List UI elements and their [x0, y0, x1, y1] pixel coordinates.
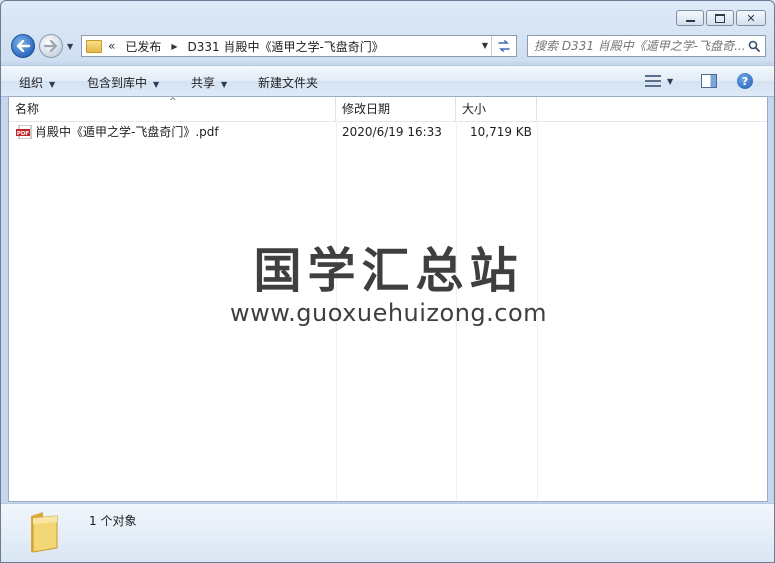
column-header-modified[interactable]: 修改日期	[336, 97, 456, 121]
refresh-button[interactable]	[491, 36, 516, 56]
maximize-button[interactable]	[706, 10, 734, 26]
search-box[interactable]	[527, 35, 766, 57]
svg-text:PDF: PDF	[17, 131, 30, 137]
breadcrumb-segment-published[interactable]: 已发布	[125, 38, 161, 55]
explorer-window: ✕ ▼ « 已发布 ▶ D331 肖殿中《遁甲之学-飞盘奇门》 ▼ 组织 ▼ 包含…	[0, 0, 775, 563]
command-bar: 组织 ▼ 包含到库中 ▼ 共享 ▼ 新建文件夹 ▼ ?	[1, 65, 774, 97]
minimize-icon	[685, 19, 695, 22]
column-header-size[interactable]: 大小	[456, 97, 537, 121]
search-input[interactable]	[534, 39, 746, 53]
file-size: 10,719 KB	[470, 125, 532, 139]
maximize-icon	[715, 13, 725, 23]
minimize-button[interactable]	[676, 10, 704, 26]
pdf-file-icon: PDF	[16, 125, 32, 139]
preview-pane-button[interactable]	[701, 71, 717, 91]
breadcrumb-separator-icon[interactable]: ▶	[171, 42, 177, 51]
views-icon	[645, 75, 661, 87]
column-headers: ^ 名称 修改日期 大小	[9, 97, 767, 122]
change-view-button[interactable]: ▼	[645, 71, 673, 91]
address-bar[interactable]: « 已发布 ▶ D331 肖殿中《遁甲之学-飞盘奇门》 ▼	[81, 35, 517, 57]
folder-icon	[31, 512, 58, 553]
refresh-icon	[498, 40, 510, 52]
help-button[interactable]: ?	[737, 71, 753, 91]
item-count: 1 个对象	[89, 514, 137, 528]
organize-label: 组织	[19, 76, 44, 90]
share-button[interactable]: 共享 ▼	[191, 74, 227, 91]
include-library-label: 包含到库中	[87, 76, 148, 90]
include-in-library-button[interactable]: 包含到库中 ▼	[87, 74, 159, 91]
watermark-title: 国学汇总站	[253, 243, 524, 299]
file-row[interactable]: PDF 肖殿中《遁甲之学-飞盘奇门》.pdf 2020/6/19 16:33 1…	[9, 122, 767, 142]
recent-pages-dropdown-icon[interactable]: ▼	[67, 42, 73, 51]
sort-ascending-icon: ^	[169, 97, 177, 107]
forward-arrow-icon	[44, 40, 58, 52]
chevron-down-icon: ▼	[153, 80, 160, 89]
back-button[interactable]	[11, 34, 35, 58]
navigation-bar: ▼ « 已发布 ▶ D331 肖殿中《遁甲之学-飞盘奇门》 ▼	[9, 33, 766, 61]
new-folder-button[interactable]: 新建文件夹	[258, 74, 318, 91]
watermark-url: www.guoxuehuizong.com	[229, 299, 548, 327]
file-name[interactable]: 肖殿中《遁甲之学-飞盘奇门》.pdf	[35, 122, 219, 142]
column-name-label: 名称	[15, 102, 40, 116]
forward-button[interactable]	[39, 34, 63, 58]
breadcrumb-segment-current[interactable]: D331 肖殿中《遁甲之学-飞盘奇门》	[188, 38, 384, 55]
share-label: 共享	[191, 76, 216, 90]
address-dropdown-icon[interactable]: ▼	[482, 41, 488, 50]
caption-buttons: ✕	[676, 10, 766, 26]
back-arrow-icon	[16, 40, 30, 52]
column-header-name[interactable]: ^ 名称	[9, 97, 336, 121]
organize-button[interactable]: 组织 ▼	[19, 74, 55, 91]
search-icon[interactable]	[748, 40, 760, 52]
help-icon: ?	[737, 73, 753, 89]
close-icon: ✕	[746, 11, 756, 25]
details-pane: 1 个对象	[1, 503, 774, 562]
close-button[interactable]: ✕	[736, 10, 766, 26]
chevron-down-icon: ▼	[221, 80, 228, 89]
address-overflow[interactable]: «	[108, 39, 115, 53]
file-modified: 2020/6/19 16:33	[342, 125, 442, 139]
preview-pane-icon	[701, 74, 717, 88]
chevron-down-icon: ▼	[49, 80, 56, 89]
chevron-down-icon: ▼	[667, 76, 674, 86]
folder-icon	[86, 39, 102, 53]
